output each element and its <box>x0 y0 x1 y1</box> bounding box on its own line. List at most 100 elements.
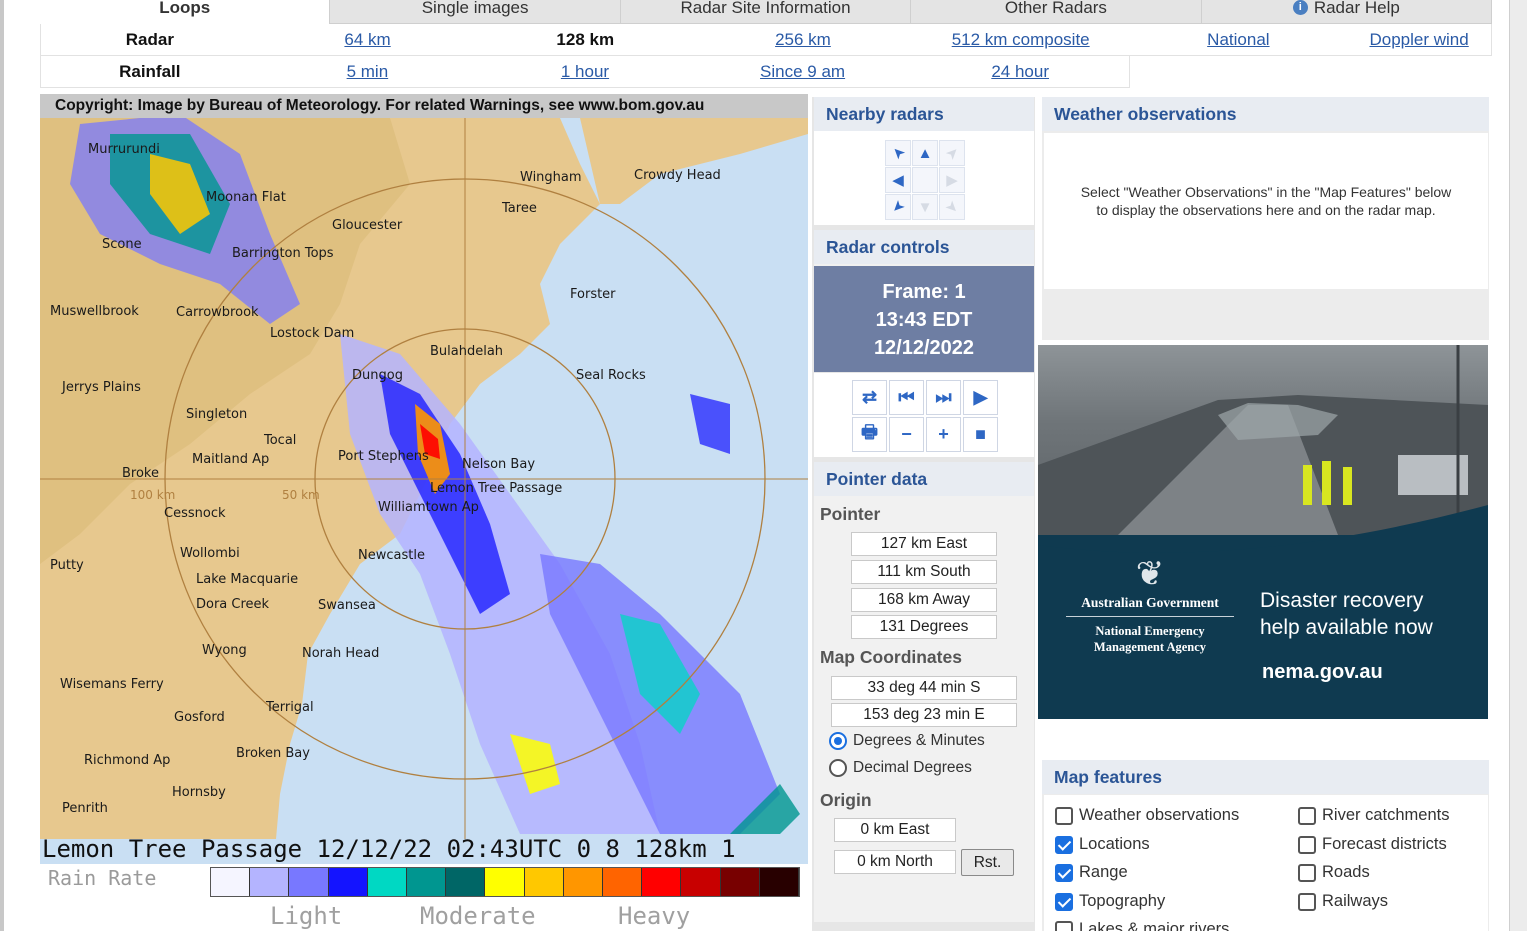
print-icon[interactable]: 🖶 <box>852 417 887 452</box>
place-label: Nelson Bay <box>462 457 536 472</box>
format-degrees-minutes-option[interactable]: Degrees & Minutes <box>829 732 985 750</box>
radio-button-selected[interactable] <box>829 732 847 750</box>
rainfall-row: Rainfall 5 min 1 hour Since 9 am 24 hour <box>40 56 1130 88</box>
radar-controls-title: Radar controls <box>814 230 1034 264</box>
checkbox[interactable] <box>1298 835 1316 854</box>
radar-copyright: Copyright: Image by Bureau of Meteorolog… <box>40 94 808 118</box>
origin-north-field[interactable]: 0 km North <box>834 850 956 874</box>
origin-label: Origin <box>820 790 872 810</box>
tab-other-radars[interactable]: Other Radars <box>911 0 1202 24</box>
tab-single-images[interactable]: Single images <box>330 0 621 24</box>
first-frame-icon[interactable]: ⏮ <box>889 380 924 415</box>
scrollbar[interactable] <box>1509 0 1527 931</box>
pointer-south-value: 111 km South <box>851 560 997 584</box>
tab-radar-site-information[interactable]: Radar Site Information <box>620 0 912 24</box>
ad-headline: Disaster recovery help available now <box>1260 589 1433 639</box>
feature-lakes-rivers[interactable]: Lakes & major rivers <box>1055 920 1229 931</box>
legend-color-swatch <box>563 868 604 896</box>
legend-color-swatch <box>328 868 368 896</box>
play-icon[interactable]: ▶ <box>963 380 998 415</box>
place-label: Carrowbrook <box>176 305 259 320</box>
radar-national-link[interactable]: National <box>1130 30 1348 50</box>
pointer-distance-value: 168 km Away <box>851 588 997 612</box>
format-decimal-degrees-label: Decimal Degrees <box>853 759 972 776</box>
range-label-50km: 50 km <box>282 488 320 502</box>
checkbox-checked[interactable] <box>1055 892 1073 911</box>
arrow-north-icon[interactable]: ▲ <box>912 140 938 166</box>
rainfall-1hour-link[interactable]: 1 hour <box>476 62 694 82</box>
feature-topography[interactable]: Topography <box>1055 892 1165 911</box>
frame-number: Frame: 1 <box>882 281 966 303</box>
format-decimal-degrees-option[interactable]: Decimal Degrees <box>829 759 972 777</box>
weather-observations-message: Select "Weather Observations" in the "Ma… <box>1044 133 1488 289</box>
zoom-in-icon[interactable]: + <box>926 417 961 452</box>
feature-range[interactable]: Range <box>1055 863 1128 882</box>
frame-time: 13:43 EDT <box>875 309 973 331</box>
checkbox-checked[interactable] <box>1055 835 1073 854</box>
feature-locations[interactable]: Locations <box>1055 835 1150 854</box>
legend-color-swatch <box>759 868 800 896</box>
checkbox[interactable] <box>1055 806 1073 825</box>
checkbox[interactable] <box>1298 863 1316 882</box>
feature-label: Topography <box>1079 892 1166 910</box>
next-frame-icon[interactable]: ⏭ <box>926 380 961 415</box>
feature-roads[interactable]: Roads <box>1298 863 1370 882</box>
place-label: Putty <box>50 558 84 573</box>
tab-label: Single images <box>421 0 529 17</box>
zoom-out-icon[interactable]: − <box>889 417 924 452</box>
tab-radar-help[interactable]: i Radar Help <box>1201 0 1493 24</box>
radar-doppler-wind-link[interactable]: Doppler wind <box>1347 30 1491 50</box>
place-label: Crowdy Head <box>634 168 721 183</box>
swap-icon[interactable]: ⇄ <box>852 380 887 415</box>
pointer-east-value: 127 km East <box>851 532 997 556</box>
radio-button[interactable] <box>829 759 847 777</box>
radar-image[interactable]: Copyright: Image by Bureau of Meteorolog… <box>40 94 808 931</box>
agency-name: National Emergency Management Agency <box>1093 624 1207 654</box>
checkbox[interactable] <box>1298 806 1316 825</box>
legend-color-swatch <box>603 868 643 896</box>
place-label: Barrington Tops <box>232 246 334 261</box>
radar-512km-composite-link[interactable]: 512 km composite <box>912 30 1130 50</box>
arrow-southwest-icon[interactable]: ➤ <box>885 194 911 220</box>
pointer-bearing-value: 131 Degrees <box>851 615 997 639</box>
radar-256km-link[interactable]: 256 km <box>694 30 912 50</box>
arrow-northwest-icon[interactable]: ➤ <box>885 140 911 166</box>
checkbox[interactable] <box>1055 920 1073 931</box>
checkbox-checked[interactable] <box>1055 863 1073 882</box>
radar-64km-link[interactable]: 64 km <box>259 30 477 50</box>
rainfall-since-9am-link[interactable]: Since 9 am <box>694 62 912 82</box>
radar-128km-current: 128 km <box>556 29 615 49</box>
place-label: Taree <box>502 201 537 216</box>
place-label: Tocal <box>264 433 297 448</box>
place-label: Cessnock <box>164 506 226 521</box>
place-label: Terrigal <box>266 700 314 715</box>
reset-origin-button[interactable]: Rst. <box>961 849 1014 876</box>
rainfall-5min-link[interactable]: 5 min <box>259 62 477 82</box>
place-label: Lemon Tree Passage <box>430 481 563 496</box>
origin-east-field[interactable]: 0 km East <box>834 818 956 842</box>
arrow-west-icon[interactable]: ◀ <box>885 167 911 193</box>
feature-river-catchments[interactable]: River catchments <box>1298 806 1449 825</box>
stop-icon[interactable]: ■ <box>963 417 998 452</box>
longitude-value: 153 deg 23 min E <box>831 703 1017 727</box>
rainfall-24hour-link[interactable]: 24 hour <box>911 62 1129 82</box>
place-label: Gloucester <box>332 218 403 233</box>
place-label: Bulahdelah <box>430 344 504 359</box>
arrow-southeast-icon: ➤ <box>939 194 965 220</box>
place-label: Norah Head <box>302 646 380 661</box>
legend-color-swatch <box>681 868 721 896</box>
legend-color-swatch <box>642 868 682 896</box>
nema-advertisement[interactable]: ❦ Australian Government National Emergen… <box>1038 345 1488 719</box>
place-label: Williamtown Ap <box>378 500 479 515</box>
arrow-south-icon: ▼ <box>912 194 938 220</box>
feature-weather-observations[interactable]: Weather observations <box>1055 806 1239 825</box>
map-features-title: Map features <box>1042 760 1489 794</box>
feature-forecast-districts[interactable]: Forecast districts <box>1298 835 1447 854</box>
place-label: Forster <box>570 287 616 302</box>
nearby-radars-title: Nearby radars <box>814 97 1034 131</box>
feature-railways[interactable]: Railways <box>1298 892 1388 911</box>
coat-of-arms-icon: ❦ <box>1135 556 1165 593</box>
tab-loops[interactable]: Loops <box>40 0 331 24</box>
checkbox[interactable] <box>1298 892 1316 911</box>
tab-label: Radar Help <box>1313 0 1400 17</box>
